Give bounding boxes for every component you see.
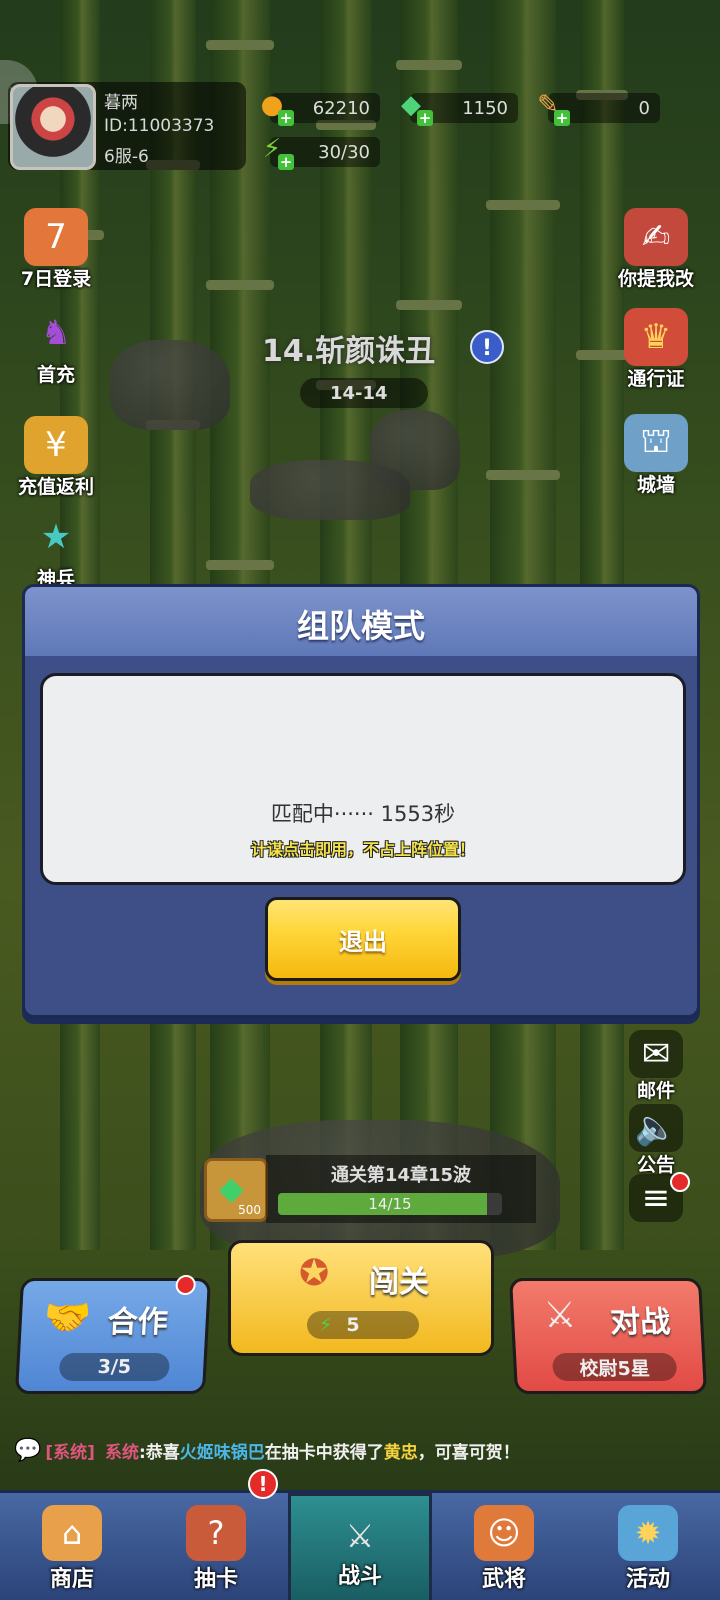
nav-events[interactable]: ✹ 活动 (576, 1493, 720, 1600)
challenge-mode-button[interactable]: ✪ 闯关 ⚡ 5 (228, 1240, 494, 1356)
system-chat-ticker[interactable]: 💬 [系统] 系统 :恭喜 火姬味锅巴 在抽卡中获得了 黄忠 ，可喜可贺！ (14, 1434, 714, 1466)
mystery-card-icon: ? (186, 1505, 246, 1561)
stage-info-button[interactable]: ! (470, 330, 504, 364)
dialog-header: 组队模式 (25, 587, 697, 659)
strategy-tip: 计谋点击即用，不占上阵位置！ (250, 840, 475, 859)
exclamation-icon: ! (481, 336, 493, 361)
star-wand-icon: ★ (40, 517, 72, 557)
crossed-swords-icon: ⚔ (542, 1295, 578, 1336)
castle-icon: ⛫ (624, 414, 688, 472)
chapter-progress-panel: 通关第14章15波 14/15 (266, 1155, 536, 1223)
events-gear-icon: ✹ (618, 1505, 678, 1561)
progress-text: 14/15 (368, 1195, 412, 1213)
chat-bubble-icon: 💬 (14, 1437, 42, 1463)
nav-battle[interactable]: ⚔ 战斗 (288, 1493, 432, 1600)
speaker-icon: 🔈 (629, 1104, 683, 1152)
nav-draw[interactable]: ? ! 抽卡 (144, 1469, 288, 1600)
exit-button[interactable]: 退出 (265, 897, 461, 981)
side-btn-mail[interactable]: ✉ 邮件 (606, 1030, 706, 1103)
warrior-icon: ♞ (40, 313, 72, 353)
avatar[interactable] (10, 84, 96, 170)
gold-coin-icon[interactable]: ● + (254, 88, 294, 126)
nav-shop[interactable]: ⌂ 商店 (0, 1493, 144, 1600)
scroll-icon: ✍ (624, 208, 688, 266)
general-portrait-icon: ☺ (474, 1505, 534, 1561)
progress-title: 通关第14章15波 (330, 1165, 472, 1186)
side-btn-divine-weapon[interactable]: ★ 神兵 (6, 508, 106, 591)
stage-title: 14.斩颜诛丑 (262, 334, 436, 369)
energy-bolt-icon: ⚡ (319, 1314, 333, 1336)
side-btn-recharge-rebate[interactable]: ¥ 充值返利 (6, 416, 106, 499)
side-btn-battle-pass[interactable]: ♛ 通行证 (606, 308, 706, 391)
side-btn-notice[interactable]: 🔈 公告 (606, 1104, 706, 1177)
matching-status: 匹配中······ 1553秒 (270, 802, 456, 826)
reward-amount: 500 (238, 1203, 261, 1217)
side-btn-7day-login[interactable]: 7 7日登录 (6, 208, 106, 291)
crown-shield-icon: ♛ (624, 308, 688, 366)
gift-7-icon: 7 (24, 208, 88, 266)
gem-reward-icon: ◆ (219, 1169, 244, 1207)
team-mode-dialog: 组队模式 匹配中······ 1553秒 计谋点击即用，不占上阵位置！ 退出 (22, 584, 700, 1018)
reward-chest[interactable]: ◆ 500 (204, 1158, 268, 1222)
medal-icon: ✪ (299, 1253, 330, 1294)
menu-button[interactable]: ≡ (606, 1172, 706, 1222)
energy-bolt-icon[interactable]: ⚡ + (254, 132, 294, 170)
bottom-nav: ⌂ 商店 ? ! 抽卡 ⚔ 战斗 ☺ 武将 ✹ 活动 (0, 1469, 720, 1600)
helmet-swords-icon: ⚔ (345, 1517, 375, 1555)
dialog-title: 组队模式 (296, 607, 425, 645)
coop-mode-button[interactable]: 🤝 合作 3/5 (14, 1275, 212, 1394)
battle-mode-button[interactable]: ⚔ 对战 校尉5星 (508, 1278, 708, 1394)
side-btn-feedback[interactable]: ✍ 你提我改 (606, 208, 706, 291)
player-name: 暮两 (104, 93, 138, 113)
side-btn-first-recharge[interactable]: ♞ 首充 (6, 304, 106, 387)
nav-generals[interactable]: ☺ 武将 (432, 1493, 576, 1600)
feather-icon[interactable]: ✎ + (530, 88, 570, 126)
handshake-icon: 🤝 (42, 1295, 93, 1339)
gem-icon[interactable]: ◆ + (393, 88, 433, 126)
player-server: 6服-6 (104, 147, 149, 167)
notification-dot (670, 1172, 690, 1192)
shop-icon: ⌂ (42, 1505, 102, 1561)
envelope-icon: ✉ (629, 1030, 683, 1078)
player-id: ID:11003373 (104, 116, 215, 136)
side-btn-city-wall[interactable]: ⛫ 城墙 (606, 414, 706, 497)
alert-badge-icon: ! (248, 1469, 278, 1499)
notification-dot (175, 1275, 197, 1295)
money-bag-icon: ¥ (24, 416, 88, 474)
dialog-body: 匹配中······ 1553秒 计谋点击即用，不占上阵位置！ (40, 673, 686, 885)
stage-level: 14-14 (300, 378, 428, 408)
